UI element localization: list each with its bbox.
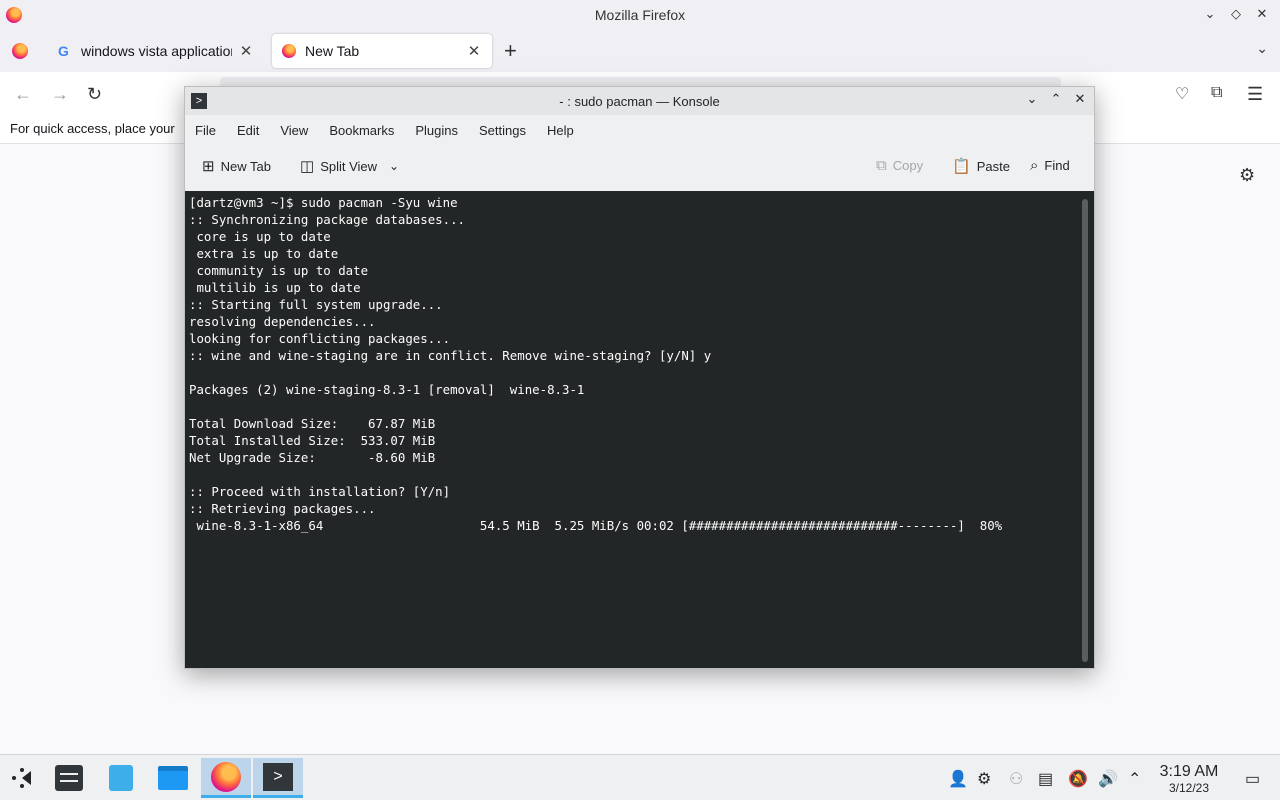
taskbar-konsole[interactable]: > bbox=[253, 758, 303, 798]
bookmarks-hint: For quick access, place your bbox=[10, 121, 175, 136]
close-icon[interactable]: ✕ bbox=[1254, 5, 1270, 23]
pocket-icon[interactable]: ♡ bbox=[1175, 84, 1189, 104]
volume-icon[interactable]: 🔊 bbox=[1098, 769, 1118, 789]
plasma-taskbar: > 👤 ⚙ ⚇ ▤ 🔕 🔊 ⌃ ▭ bbox=[0, 754, 1280, 800]
terminal-output[interactable]: [dartz@vm3 ~]$ sudo pacman -Syu wine :: … bbox=[185, 191, 1094, 668]
app-launcher-icon[interactable] bbox=[2, 758, 42, 798]
new-tab-label: New Tab bbox=[220, 158, 271, 174]
konsole-titlebar[interactable]: > - : sudo pacman — Konsole ⌄ ⌃ ✕ bbox=[185, 87, 1094, 115]
konsole-icon: > bbox=[263, 762, 293, 791]
copy-icon: ⧉ bbox=[876, 157, 887, 174]
konsole-menubar: File Edit View Bookmarks Plugins Setting… bbox=[185, 115, 1094, 145]
firefox-logo-icon bbox=[6, 7, 22, 23]
menu-edit[interactable]: Edit bbox=[237, 123, 259, 138]
firefox-window-title: Mozilla Firefox bbox=[594, 7, 686, 23]
new-tab-button[interactable]: ⊞ New Tab bbox=[202, 157, 271, 175]
new-tab-icon: ⊞ bbox=[202, 158, 215, 175]
settings-gear-icon[interactable]: ⚙ bbox=[1239, 165, 1255, 186]
menu-icon[interactable]: ☰ bbox=[1247, 84, 1263, 105]
chevron-up-icon[interactable]: ⌃ bbox=[1128, 769, 1141, 789]
chevron-down-icon[interactable]: ⌄ bbox=[389, 159, 399, 173]
menu-bookmarks[interactable]: Bookmarks bbox=[329, 123, 394, 138]
menu-help[interactable]: Help bbox=[547, 123, 574, 138]
menu-plugins[interactable]: Plugins bbox=[415, 123, 458, 138]
split-view-icon: ◫ bbox=[300, 158, 315, 175]
minimize-icon[interactable]: ⌄ bbox=[1024, 91, 1040, 109]
maximize-icon[interactable]: ⌃ bbox=[1048, 91, 1064, 109]
dolphin-folder-icon[interactable] bbox=[153, 758, 193, 798]
tab-close-icon[interactable]: ✕ bbox=[466, 42, 482, 60]
split-view-label: Split View bbox=[320, 158, 378, 174]
network-icon[interactable]: ⚇ bbox=[1009, 769, 1023, 789]
clipboard-icon[interactable]: ▤ bbox=[1038, 769, 1053, 789]
find-button[interactable]: ⌕ Find bbox=[1030, 157, 1070, 174]
menu-view[interactable]: View bbox=[280, 123, 308, 138]
discover-icon[interactable] bbox=[101, 758, 141, 798]
split-view-button[interactable]: ◫ Split View ⌄ bbox=[300, 157, 399, 175]
user-icon[interactable]: 👤 bbox=[948, 769, 968, 789]
forward-icon[interactable]: → bbox=[51, 84, 69, 105]
google-icon: G bbox=[58, 43, 69, 59]
minimize-icon[interactable]: ⌄ bbox=[1202, 5, 1218, 23]
reload-icon[interactable]: ↻ bbox=[87, 84, 102, 105]
firefox-tab-bar: G windows vista applications ✕ New Tab ✕ bbox=[0, 30, 1280, 72]
firefox-logo-icon bbox=[211, 761, 241, 792]
tab-close-icon[interactable]: ✕ bbox=[238, 42, 254, 60]
clock-time: 3:19 AM bbox=[1159, 763, 1219, 780]
extensions-icon[interactable]: ⧉ bbox=[1211, 84, 1222, 102]
tab-label: windows vista applications bbox=[81, 43, 232, 59]
konsole-window-title: - : sudo pacman — Konsole bbox=[559, 93, 720, 109]
terminal-scrollbar[interactable] bbox=[1082, 199, 1088, 662]
tab-windows-vista[interactable]: G windows vista applications ✕ bbox=[48, 34, 264, 68]
menu-settings[interactable]: Settings bbox=[479, 123, 526, 138]
search-icon: ⌕ bbox=[1030, 157, 1039, 174]
find-label: Find bbox=[1044, 158, 1070, 173]
tab-label: New Tab bbox=[305, 43, 360, 59]
firefox-view-icon[interactable] bbox=[12, 43, 28, 59]
close-icon[interactable]: ✕ bbox=[1072, 91, 1088, 109]
firefox-favicon-icon bbox=[282, 44, 296, 58]
back-icon[interactable]: ← bbox=[14, 84, 32, 105]
menu-file[interactable]: File bbox=[195, 123, 216, 138]
new-tab-button[interactable]: + bbox=[504, 38, 517, 64]
paste-icon: 📋 bbox=[952, 158, 971, 175]
clock-date: 3/12/23 bbox=[1168, 781, 1210, 795]
taskbar-firefox[interactable] bbox=[201, 758, 251, 798]
terminal-text: [dartz@vm3 ~]$ sudo pacman -Syu wine :: … bbox=[189, 195, 1003, 533]
copy-label: Copy bbox=[892, 158, 924, 173]
copy-button[interactable]: ⧉ Copy bbox=[876, 157, 923, 174]
tab-new-tab[interactable]: New Tab ✕ bbox=[272, 34, 492, 68]
firefox-titlebar: Mozilla Firefox ⌄ ◇ ✕ bbox=[0, 0, 1280, 30]
list-all-tabs-icon[interactable]: ⌄ bbox=[1256, 40, 1268, 57]
maximize-icon[interactable]: ◇ bbox=[1228, 5, 1244, 23]
paste-label: Paste bbox=[976, 158, 1010, 174]
system-settings-icon[interactable] bbox=[49, 758, 89, 798]
notifications-muted-icon[interactable]: 🔕 bbox=[1068, 769, 1088, 789]
kde-connect-icon[interactable]: ⚙ bbox=[977, 769, 991, 789]
paste-button[interactable]: 📋 Paste bbox=[952, 157, 1010, 175]
konsole-app-icon: > bbox=[191, 93, 207, 109]
konsole-window: > - : sudo pacman — Konsole ⌄ ⌃ ✕ File E… bbox=[184, 86, 1095, 669]
konsole-toolbar: ⊞ New Tab ◫ Split View ⌄ ⧉ Copy 📋 Paste … bbox=[185, 145, 1094, 189]
show-desktop-icon[interactable]: ▭ bbox=[1245, 769, 1260, 789]
clock[interactable]: 3:19 AM 3/12/23 bbox=[1157, 763, 1221, 795]
